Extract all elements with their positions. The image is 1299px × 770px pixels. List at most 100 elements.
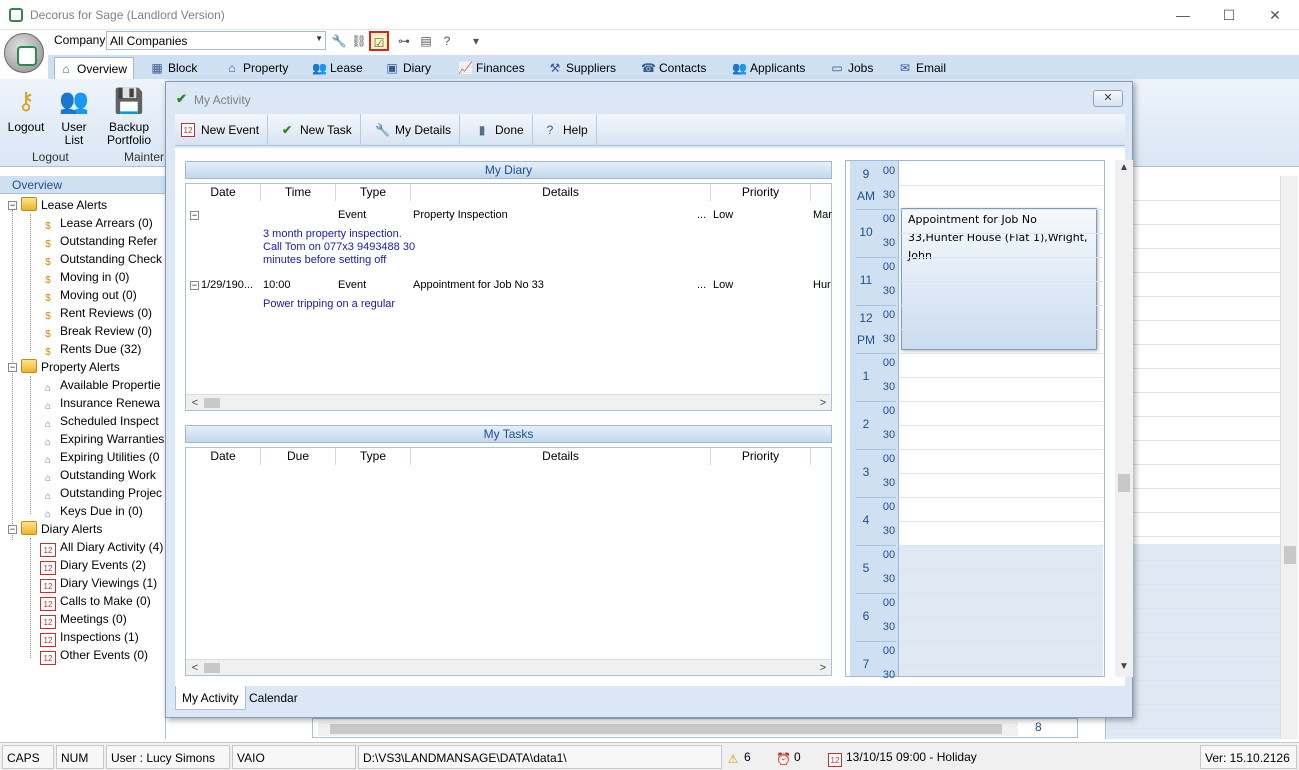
table-row-priority: Low [713,209,734,221]
quick-access-dropdown-icon[interactable]: ▾ [466,31,486,51]
folder-icon [21,359,37,373]
dialog-close-button[interactable]: ✕ [1093,90,1123,107]
background-horizontal-scrollbar[interactable] [318,722,1018,736]
tab-applicants[interactable]: 👥 Applicants [728,57,805,79]
column-header-details[interactable]: Details [411,184,711,201]
my-details-button[interactable]: 🔧 My Details [369,114,461,146]
tree-item[interactable]: ⌂ Keys Due in (0) [40,502,143,520]
tab-calendar[interactable]: Calendar [243,686,304,710]
tree-item[interactable]: $ Moving out (0) [40,286,136,304]
next-event-status[interactable]: 12 13/10/15 09:00 - Holiday [824,745,1124,769]
collapse-toggle-icon[interactable]: − [8,201,17,210]
tree-item[interactable]: $ Rent Reviews (0) [40,304,152,322]
column-header-time[interactable]: Time [261,184,336,201]
tree-item[interactable]: 12 Meetings (0) [40,610,127,629]
calendar-icon: 12 [40,615,56,629]
maximize-button[interactable]: ☐ [1209,5,1249,25]
collapse-toggle-icon[interactable]: − [8,525,17,534]
tree-item[interactable]: ⌂ Scheduled Inspect [40,412,159,430]
tab-overview[interactable]: ⌂ Overview [54,57,134,79]
new-task-button[interactable]: ✔ New Task [274,114,361,146]
link-icon[interactable]: ⛓ [349,31,369,51]
backup-portfolio-button[interactable]: 💾 Backup Portfolio [104,86,154,147]
tree-item[interactable]: $ Rents Due (32) [40,340,141,358]
scroll-right-icon[interactable]: > [816,660,830,676]
tree-item[interactable]: ⌂ Available Propertie [40,376,161,394]
reminders-status[interactable]: ⏰ 0 [772,745,822,769]
tree-node-lease-alerts[interactable]: − Lease Alerts [8,196,107,214]
tree-item[interactable]: ⌂ Insurance Renewa [40,394,160,412]
my-activity-dialog: ✔ My Activity ✕ 12 New Event ✔ New Task 🔧 M… [165,81,1133,718]
calendar-icon: 12 [40,561,56,575]
calendar-vertical-scrollbar[interactable]: ▲ ▼ [1115,160,1133,677]
close-window-button[interactable]: ✕ [1255,5,1295,25]
tree-item[interactable]: 12 Diary Events (2) [40,556,146,575]
day-area[interactable]: Appointment for Job No 33,Hunter House (… [898,161,1103,690]
column-header-type[interactable]: Type [336,184,411,201]
tree-item[interactable]: 12 Inspections (1) [40,628,139,647]
tab-finances[interactable]: 📈 Finances [454,57,525,79]
tab-diary[interactable]: ▣ Diary [381,57,431,79]
row-collapse-toggle[interactable]: − [190,281,199,290]
tree-item[interactable]: ⌂ Outstanding Projec [40,484,162,502]
tab-lease[interactable]: 👥 Lease [308,57,363,79]
diary-horizontal-scrollbar[interactable]: < > [186,394,831,410]
minimize-button[interactable]: — [1163,5,1203,25]
done-button[interactable]: ▮ Done [469,114,533,146]
tree-item[interactable]: $ Outstanding Refer [40,232,157,250]
help-icon[interactable]: ? [437,31,457,51]
scroll-up-icon[interactable]: ▲ [1115,160,1133,176]
tree-item[interactable]: 12 Calls to Make (0) [40,592,151,611]
column-header-type[interactable]: Type [336,448,411,465]
new-event-button[interactable]: 12 New Event [175,114,269,146]
day-calendar: 9 AM 00 30 10 00 30 11 00 30 12 PM 00 30 1 00 30 2 00 30 3 00… [845,160,1105,690]
column-header-priority[interactable]: Priority [711,184,811,201]
company-label: Company [54,33,106,47]
tree-item[interactable]: ⌂ Expiring Warranties [40,430,164,448]
row-collapse-toggle[interactable]: − [190,211,199,220]
tree-item[interactable]: 12 Other Events (0) [40,646,148,665]
tree-item[interactable]: 12 All Diary Activity (4) [40,538,163,557]
application-menu-button[interactable] [4,33,44,73]
column-header-date[interactable]: Date [186,184,261,201]
alerts-status[interactable]: ⚠ 6 [722,745,770,769]
help-button[interactable]: ? Help [537,114,597,146]
collapse-toggle-icon[interactable]: − [8,363,17,372]
tab-my-activity[interactable]: My Activity [175,686,246,710]
tree-item[interactable]: $ Moving in (0) [40,268,129,286]
tab-contacts[interactable]: ☎ Contacts [637,57,706,79]
user-list-button[interactable]: 👥 User List [54,86,94,147]
activity-icon[interactable]: ☑ [369,31,389,51]
column-header-date[interactable]: Date [186,448,261,465]
tab-property[interactable]: ⌂ Property [221,57,288,79]
scroll-left-icon[interactable]: < [188,395,202,411]
tree-icon[interactable]: ⊶ [394,31,414,51]
ribbon-tab-strip: ⌂ Overview ▦ Block ⌂ Property 👥 Lease ▣ Diary… [48,55,1299,79]
folder-icon [21,521,37,535]
wrench-icon[interactable]: 🔧 [329,31,349,51]
company-select[interactable]: All Companies ▼ [106,31,326,50]
tab-block[interactable]: ▦ Block [146,57,197,79]
tree-item[interactable]: 12 Diary Viewings (1) [40,574,157,593]
document-icon[interactable]: ▤ [416,31,436,51]
tab-suppliers[interactable]: ⚒ Suppliers [544,57,616,79]
tree-item[interactable]: $ Lease Arrears (0) [40,214,153,232]
tab-jobs[interactable]: ▭ Jobs [826,57,873,79]
tree-item[interactable]: $ Outstanding Check [40,250,162,268]
dialog-content: My Diary Date Time Type Details Priority… [175,148,1133,690]
logout-button[interactable]: ⚷ Logout [4,86,48,134]
scroll-right-icon[interactable]: > [816,395,830,411]
tree-item[interactable]: ⌂ Outstanding Work [40,466,156,484]
tree-node-property-alerts[interactable]: − Property Alerts [8,358,120,376]
scroll-down-icon[interactable]: ▼ [1115,659,1133,675]
scroll-left-icon[interactable]: < [188,660,202,676]
tree-item[interactable]: ⌂ Expiring Utilities (0 [40,448,159,466]
column-header-priority[interactable]: Priority [711,448,811,465]
column-header-due[interactable]: Due [261,448,336,465]
column-header-details[interactable]: Details [411,448,711,465]
tab-email[interactable]: ✉ Email [894,57,946,79]
tree-node-diary-alerts[interactable]: − Diary Alerts [8,520,102,538]
background-vertical-scrollbar[interactable] [1280,176,1298,739]
tasks-horizontal-scrollbar[interactable]: < > [186,659,831,675]
tree-item[interactable]: $ Break Review (0) [40,322,152,340]
